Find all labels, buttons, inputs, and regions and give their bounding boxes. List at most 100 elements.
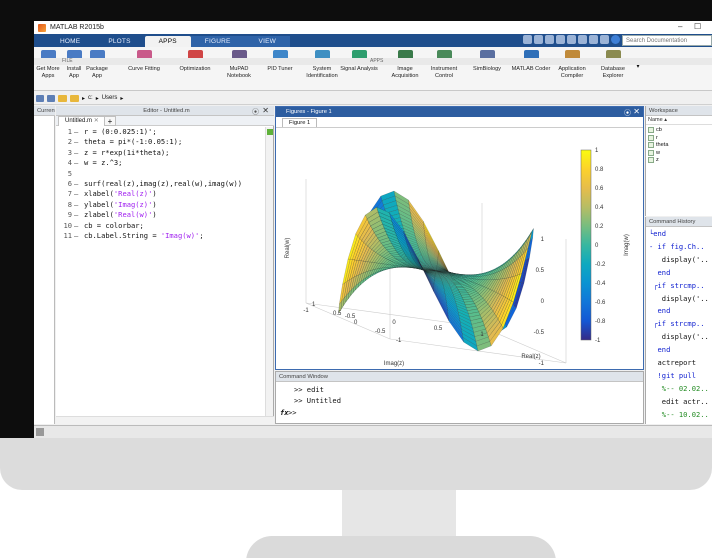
editor-panel: Editor - Untitled.m ⦿ ✕ Untitled.m ✕ + 1… [56,106,274,424]
code-line[interactable]: 3– z = r*exp(1i*theta); [56,148,274,158]
quick-access-icon[interactable] [567,35,576,44]
colorbar[interactable] [580,149,592,341]
workspace-variable[interactable]: z [648,157,659,163]
minimize-icon[interactable]: – [678,22,682,31]
tab-home[interactable]: HOME [46,36,94,47]
new-tab-button[interactable]: + [104,116,116,126]
history-entry[interactable]: end [649,345,671,354]
code-line[interactable]: 8– ylabel('Imag(z)') [56,200,274,210]
history-entry[interactable]: end [649,268,671,277]
breakpoint-marker[interactable]: – [74,231,78,241]
z-tick-label: -0.5 [534,330,545,336]
line-number: 5 [67,168,72,178]
quick-access-icon[interactable] [578,35,587,44]
editor-tab-label: Untitled.m [65,118,93,124]
breakpoint-marker[interactable]: – [74,158,78,168]
x-tick-label: -1 [303,308,309,314]
workspace-variable[interactable]: r [648,134,658,141]
quick-access-icon[interactable] [589,35,598,44]
editor-horizontal-scrollbar[interactable] [56,416,274,424]
breakpoint-marker[interactable]: – [74,200,78,210]
history-entry[interactable]: ┌if strcmp.. [649,319,704,328]
breakpoint-marker[interactable]: – [74,189,78,199]
figure-canvas[interactable]: 1 0.5 0 -0.5 -1 1 0.5 0 -0.5 -1 1 0.5 0 -0.5 -1 Imag(z)… [276,127,643,369]
command-line: >> Untitled [294,396,341,405]
quick-access-icon[interactable] [545,35,554,44]
search-documentation-input[interactable]: Search Documentation [622,35,712,46]
history-entry[interactable]: ┌if strcmp.. [649,281,704,290]
breadcrumb-drive[interactable]: c: [88,95,93,101]
ribbon-section-labels: FILE APPS [34,58,712,65]
workspace-variable[interactable]: cb [648,127,662,133]
code-area[interactable]: 1– r = (0:0.025:1)'; 2– theta = pi*(-1:0.05… [56,127,274,241]
history-entry[interactable]: display('.. [649,255,709,264]
command-prompt-input[interactable]: >> [288,408,297,417]
close-icon[interactable]: ✕ [94,118,99,124]
history-entry[interactable]: end [649,306,671,315]
z-tick-label: -1 [539,361,545,367]
variable-name: r [656,134,658,141]
breakpoint-marker[interactable]: – [74,210,78,220]
code-line[interactable]: 2– theta = pi*(-1:0.05:1); [56,137,274,147]
history-entry[interactable]: display('.. [649,332,709,341]
quick-access-icon[interactable] [534,35,543,44]
workspace-name-column[interactable]: Name ▴ [646,116,712,125]
code-text: r = (0:0.025:1)'; [84,127,157,136]
breakpoint-marker[interactable]: – [74,148,78,158]
command-window: Command Window >> edit >> Untitled fx >> [275,371,644,424]
editor-scrollbar[interactable] [265,127,273,424]
path-separator: ▸ [82,95,86,102]
workspace-variable[interactable]: theta [648,142,668,148]
history-entry[interactable]: %-- 02.02.. [649,384,709,393]
surface-plot[interactable]: 10.50-0.5-110.50-0.5-110.50-0.5-1Imag(z)… [276,128,643,370]
string-literal: 'Imag(z)' [113,199,153,209]
tab-figure[interactable]: FIGURE [190,36,245,47]
code-line[interactable]: 9– zlabel('Real(w)') [56,210,274,220]
history-entry[interactable]: actreport [649,358,696,367]
code-text: surf(real(z),imag(z),real(w),imag(w)) [84,178,243,188]
history-entry[interactable]: %-- 10.02.. [649,410,709,419]
colorbar-tick-label: -0.8 [595,319,606,325]
tab-untitled[interactable]: Untitled.m ✕ [58,116,106,126]
tab-apps[interactable]: APPS [144,36,191,47]
code-line[interactable]: 10– cb = colorbar; [56,221,274,231]
code-line[interactable]: 5 [56,169,274,179]
maximize-icon[interactable]: ☐ [694,22,701,31]
app-label: Acquisition [391,72,419,79]
panel-menu-icon[interactable]: ⦿ [624,108,631,118]
workspace-title: Workspace [646,106,712,116]
forward-arrow-icon[interactable] [47,94,55,102]
history-entry[interactable]: edit actr.. [649,397,709,406]
code-line[interactable]: 1– r = (0:0.025:1)'; [56,127,274,137]
quick-access-icon[interactable] [523,35,532,44]
code-line[interactable]: 11– cb.Label.String = 'Imag(w)'; [56,231,274,241]
breakpoint-marker[interactable]: – [74,179,78,189]
close-icon[interactable]: ✕ [262,106,269,115]
breakpoint-marker[interactable]: – [74,127,78,137]
tab-plots[interactable]: PLOTS [94,36,144,47]
colorbar-tick-label: -0.4 [595,281,606,287]
history-entry[interactable]: !git pull [649,371,696,380]
z-tick-label: 1 [541,237,545,243]
up-folder-icon[interactable] [58,94,67,102]
code-line[interactable]: 4– w = z.^3; [56,158,274,168]
workspace-variable[interactable]: w [648,149,660,156]
history-entry[interactable]: - if fig.Ch.. [649,242,705,251]
breakpoint-marker[interactable]: – [74,221,78,231]
breadcrumb-users[interactable]: Users [102,95,118,101]
tab-view[interactable]: VIEW [244,36,290,47]
line-number: 4 [67,158,72,168]
history-entry[interactable]: display('.. [649,294,709,303]
code-line[interactable]: 6– surf(real(z),imag(z),real(w),imag(w)) [56,179,274,189]
quick-access-icon[interactable] [556,35,565,44]
close-icon[interactable]: ✕ [633,107,640,116]
app-label: App [92,72,102,79]
tab-figure-1[interactable]: Figure 1 [282,118,318,127]
help-icon[interactable] [611,35,620,44]
back-arrow-icon[interactable] [36,94,44,102]
code-line[interactable]: 7– xlabel('Real(z)') [56,189,274,199]
browse-folder-icon[interactable] [70,94,79,102]
quick-access-icon[interactable] [600,35,609,44]
history-entry[interactable]: └end [649,229,666,238]
breakpoint-marker[interactable]: – [74,137,78,147]
